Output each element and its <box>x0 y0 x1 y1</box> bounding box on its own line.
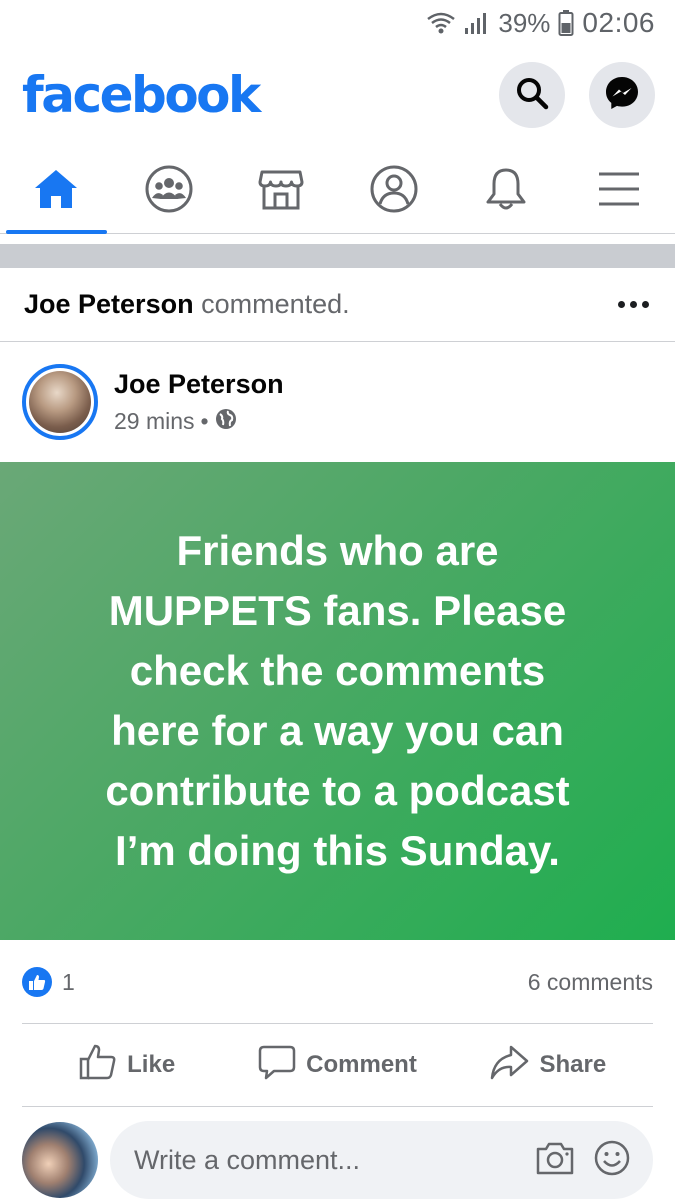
marketplace-icon <box>258 166 304 217</box>
activity-action: commented. <box>201 289 350 319</box>
signal-icon <box>464 11 490 35</box>
post-banner[interactable]: Friends who are MUPPETS fans. Please che… <box>0 462 675 940</box>
composer-tools <box>535 1139 631 1182</box>
comment-count[interactable]: 6 comments <box>528 969 653 996</box>
app-header: facebook <box>0 50 675 140</box>
tab-marketplace[interactable] <box>225 150 338 233</box>
current-user-avatar[interactable] <box>22 1122 98 1198</box>
activity-text: Joe Peterson commented. <box>24 289 350 320</box>
nav-tabs <box>0 150 675 234</box>
comment-placeholder: Write a comment... <box>134 1144 361 1175</box>
battery-icon <box>558 10 574 36</box>
header-actions <box>499 62 655 128</box>
share-label: Share <box>539 1051 607 1078</box>
post-text-line: I’m doing this Sunday. <box>115 827 560 874</box>
post-text-line: check the comments <box>129 647 546 694</box>
wifi-icon <box>426 11 456 35</box>
facebook-logo[interactable]: facebook <box>22 66 261 124</box>
comment-input[interactable]: Write a comment... <box>110 1121 653 1199</box>
post-meta: 29 mins • <box>114 408 284 436</box>
like-label: Like <box>127 1051 176 1078</box>
profile-icon <box>369 164 419 219</box>
emoji-icon[interactable] <box>593 1139 631 1182</box>
activity-actor[interactable]: Joe Peterson <box>24 289 194 319</box>
share-arrow-icon <box>489 1043 529 1088</box>
post-time[interactable]: 29 mins <box>114 408 195 435</box>
search-button[interactable] <box>499 62 565 128</box>
post-author[interactable]: Joe Peterson <box>114 369 284 400</box>
post-text-line: contribute to a podcast <box>105 767 570 814</box>
menu-icon <box>597 171 641 212</box>
feed-separator <box>0 244 675 268</box>
clock: 02:06 <box>582 7 655 38</box>
more-options-icon[interactable] <box>616 293 651 316</box>
thumbs-up-icon <box>79 1043 117 1088</box>
bell-icon <box>484 166 528 217</box>
home-icon <box>33 168 79 215</box>
search-icon <box>515 76 549 115</box>
comment-button[interactable]: Comment <box>232 1024 442 1106</box>
comment-composer: Write a comment... <box>0 1120 675 1200</box>
status-bar: 39% 02:06 <box>0 0 675 46</box>
post-text-line: Friends who are <box>176 527 499 574</box>
tab-notifications[interactable] <box>450 150 563 233</box>
messenger-button[interactable] <box>589 62 655 128</box>
like-button[interactable]: Like <box>22 1024 232 1106</box>
post-text-line: MUPPETS fans. Please <box>108 587 567 634</box>
globe-icon <box>215 408 237 436</box>
tab-home[interactable] <box>0 150 113 234</box>
groups-icon <box>144 164 194 219</box>
like-reaction-icon <box>22 967 52 997</box>
share-button[interactable]: Share <box>443 1024 653 1106</box>
tab-groups[interactable] <box>113 150 226 233</box>
post-text: Friends who are MUPPETS fans. Please che… <box>105 521 569 881</box>
comment-bubble-icon <box>258 1043 296 1088</box>
meta-separator: • <box>200 408 209 434</box>
reactions-row: 1 6 comments <box>22 958 653 1006</box>
tab-profile[interactable] <box>338 150 451 233</box>
tab-menu[interactable] <box>563 150 675 233</box>
activity-header: Joe Peterson commented. <box>0 268 675 342</box>
messenger-icon <box>604 75 640 116</box>
reaction-summary[interactable]: 1 <box>22 967 75 997</box>
post-text-line: here for a way you can <box>111 707 564 754</box>
like-count: 1 <box>62 968 75 995</box>
camera-icon[interactable] <box>535 1140 575 1181</box>
comment-label: Comment <box>306 1051 417 1078</box>
post-header: Joe Peterson 29 mins • <box>0 352 675 452</box>
battery-percent: 39% <box>498 7 551 38</box>
post-actions: Like Comment Share <box>22 1023 653 1107</box>
author-avatar[interactable] <box>22 364 98 440</box>
author-block: Joe Peterson 29 mins • <box>114 369 284 436</box>
avatar-image <box>29 371 91 433</box>
